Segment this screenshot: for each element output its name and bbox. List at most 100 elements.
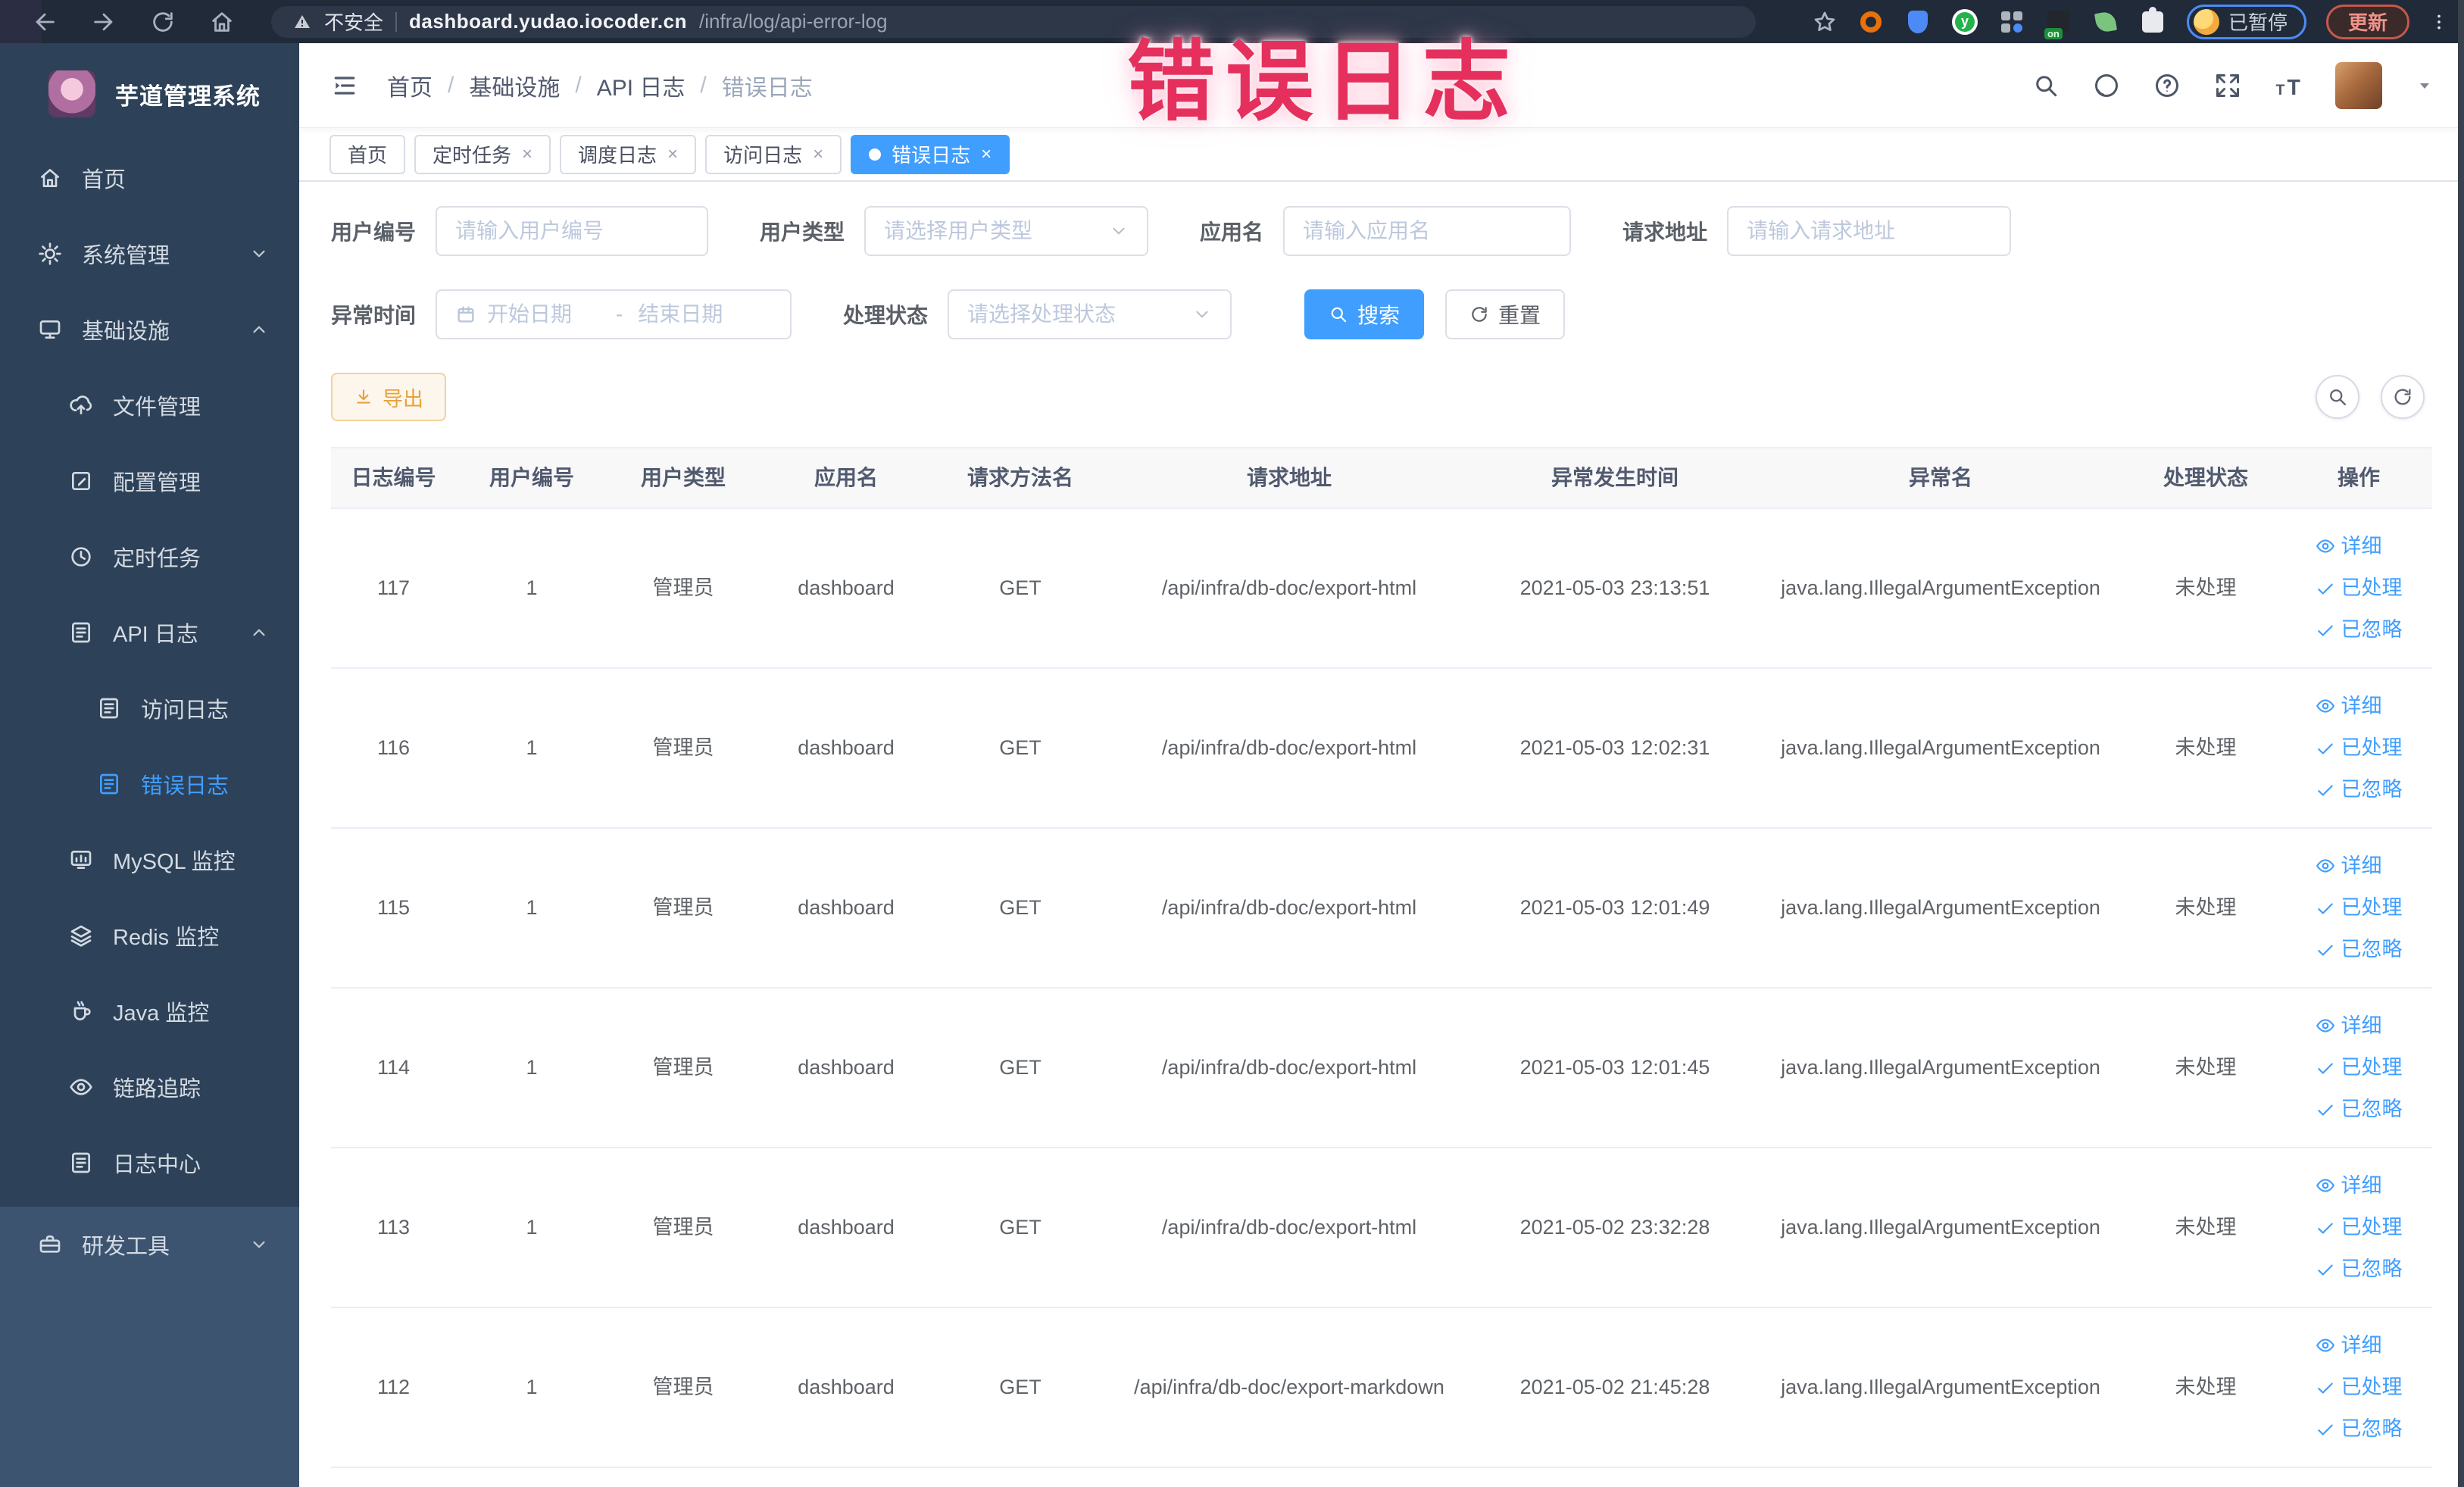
action-label: 已忽略 xyxy=(2341,1417,2403,1441)
browser-home-icon[interactable] xyxy=(209,9,235,35)
font-size-icon[interactable]: TT xyxy=(2275,72,2302,99)
sidebar-item-redis-monitor[interactable]: Redis 监控 xyxy=(0,898,299,973)
browser-scrollbar[interactable] xyxy=(2458,0,2464,1487)
request-url-input[interactable] xyxy=(1727,206,2012,256)
sidebar-item-system-management[interactable]: 系统管理 xyxy=(0,216,299,292)
security-warning-icon[interactable] xyxy=(292,13,312,31)
ext-grid-dots-icon[interactable] xyxy=(1997,8,2026,36)
ignored-link[interactable]: 已忽略 xyxy=(2316,617,2403,643)
ignored-link[interactable]: 已忽略 xyxy=(2316,776,2403,803)
toggle-search-button[interactable] xyxy=(2316,375,2359,419)
refresh-table-button[interactable] xyxy=(2381,375,2425,419)
ext-shield-icon[interactable] xyxy=(1903,8,1932,36)
ignored-link[interactable]: 已忽略 xyxy=(2316,936,2403,963)
sidebar-item-dev-tools[interactable]: 研发工具 xyxy=(0,1207,299,1282)
detail-link[interactable]: 详细 xyxy=(2316,1013,2382,1039)
process-status-cell: 未处理 xyxy=(2175,1215,2237,1239)
help-icon[interactable] xyxy=(2153,72,2181,99)
tab-home[interactable]: 首页 xyxy=(329,134,406,174)
sidebar-item-home[interactable]: 首页 xyxy=(0,140,299,216)
sidebar-item-config-management[interactable]: 配置管理 xyxy=(0,443,299,519)
end-date-input[interactable] xyxy=(638,302,752,326)
breadcrumb-item[interactable]: API 日志 xyxy=(597,69,685,102)
export-button[interactable]: 导出 xyxy=(331,373,446,421)
fullscreen-icon[interactable] xyxy=(2214,72,2241,99)
detail-link[interactable]: 详细 xyxy=(2316,1173,2382,1199)
app-logo-row[interactable]: 芋道管理系统 xyxy=(0,43,299,140)
search-button[interactable]: 搜索 xyxy=(1304,289,1425,339)
browser-update-button[interactable]: 更新 xyxy=(2325,4,2409,39)
user-id-input[interactable] xyxy=(436,206,709,256)
exception-time-daterange[interactable]: - xyxy=(436,289,792,339)
table-row: 113 1 管理员 dashboard GET/api/infra/db-doc/exp… xyxy=(331,1148,2432,1308)
sidebar-item-java-monitor[interactable]: Java 监控 xyxy=(0,973,299,1049)
sidebar-item-file-management[interactable]: 文件管理 xyxy=(0,367,299,443)
ignored-link[interactable]: 已忽略 xyxy=(2316,1416,2403,1442)
tab-scheduled-tasks[interactable]: 定时任务 × xyxy=(414,134,551,174)
detail-link[interactable]: 详细 xyxy=(2316,533,2382,560)
process-status-select[interactable] xyxy=(948,289,1232,339)
sidebar-item-trace[interactable]: 链路追踪 xyxy=(0,1049,299,1125)
breadcrumb-item[interactable]: 首页 xyxy=(387,69,433,102)
sidebar-item-access-log[interactable]: 访问日志 xyxy=(0,670,299,746)
tab-access-log[interactable]: 访问日志 × xyxy=(705,134,842,174)
browser-back-icon[interactable] xyxy=(32,9,58,35)
sidebar-item-log-center[interactable]: 日志中心 xyxy=(0,1125,299,1201)
header-search-icon[interactable] xyxy=(2032,72,2060,99)
tab-schedule-log[interactable]: 调度日志 × xyxy=(560,134,697,174)
bookmark-star-icon[interactable] xyxy=(1813,10,1837,34)
user-avatar[interactable] xyxy=(2335,61,2382,109)
detail-link[interactable]: 详细 xyxy=(2316,1332,2382,1359)
ignored-link[interactable]: 已忽略 xyxy=(2316,1256,2403,1282)
ext-circle-letter-icon[interactable]: y xyxy=(1950,8,1979,36)
url-domain[interactable]: dashboard.yudao.iocoder.cn xyxy=(409,10,687,33)
tab-close-icon[interactable]: × xyxy=(522,144,532,165)
process-status-select-value[interactable] xyxy=(967,302,1182,326)
sidebar-item-infrastructure[interactable]: 基础设施 xyxy=(0,292,299,367)
browser-profile-chip[interactable]: 已暂停 xyxy=(2186,4,2306,39)
processed-link[interactable]: 已处理 xyxy=(2316,1374,2403,1401)
sidebar-item-scheduled-tasks[interactable]: 定时任务 xyxy=(0,519,299,595)
exception-time-cell: 2021-05-02 21:45:28 xyxy=(1519,1375,1710,1398)
tab-close-icon[interactable]: × xyxy=(667,144,678,165)
ext-puzzle-icon[interactable] xyxy=(2138,6,2167,36)
app-name-input[interactable] xyxy=(1283,206,1572,256)
browser-menu-icon[interactable] xyxy=(2429,9,2449,35)
url-path[interactable]: /infra/log/api-error-log xyxy=(699,10,888,33)
github-icon[interactable] xyxy=(2093,72,2120,99)
ext-switch-icon[interactable]: on xyxy=(2044,8,2073,39)
browser-reload-icon[interactable] xyxy=(150,9,176,35)
user-type-cell: 管理员 xyxy=(652,895,714,919)
user-id-input-field[interactable] xyxy=(455,219,689,243)
user-menu-caret-icon[interactable] xyxy=(2416,77,2434,95)
tab-close-icon[interactable]: × xyxy=(981,144,992,165)
reset-button[interactable]: 重置 xyxy=(1445,289,1566,339)
ignored-link[interactable]: 已忽略 xyxy=(2316,1096,2403,1123)
tab-error-log[interactable]: 错误日志 × xyxy=(851,134,1010,174)
log-id-cell: 117 xyxy=(376,576,411,599)
user-type-select-value[interactable] xyxy=(884,219,1099,243)
processed-link[interactable]: 已处理 xyxy=(2316,735,2403,761)
ext-leaf-icon[interactable] xyxy=(2091,8,2120,36)
sidebar-item-label: 文件管理 xyxy=(113,395,201,420)
sidebar-item-error-log[interactable]: 错误日志 xyxy=(0,746,299,822)
request-url-input-field[interactable] xyxy=(1747,219,1992,243)
app-name-input-field[interactable] xyxy=(1303,219,1552,243)
browser-forward-icon[interactable] xyxy=(91,9,117,35)
detail-link[interactable]: 详细 xyxy=(2316,693,2382,720)
security-label[interactable]: 不安全 xyxy=(324,8,383,36)
sidebar-item-mysql-monitor[interactable]: MySQL 监控 xyxy=(0,822,299,898)
detail-link[interactable]: 详细 xyxy=(2316,853,2382,879)
tab-close-icon[interactable]: × xyxy=(813,144,823,165)
processed-link[interactable]: 已处理 xyxy=(2316,1214,2403,1241)
sidebar-item-api-log[interactable]: API 日志 xyxy=(0,595,299,670)
address-bar[interactable]: 不安全 dashboard.yudao.iocoder.cn/infra/log… xyxy=(271,5,1756,38)
ext-ring-icon[interactable] xyxy=(1857,8,1885,36)
start-date-input[interactable] xyxy=(487,302,601,326)
sidebar-toggle-icon[interactable] xyxy=(329,70,360,101)
processed-link[interactable]: 已处理 xyxy=(2316,895,2403,921)
processed-link[interactable]: 已处理 xyxy=(2316,1054,2403,1081)
user-type-select[interactable] xyxy=(864,206,1149,256)
processed-link[interactable]: 已处理 xyxy=(2316,575,2403,601)
breadcrumb-item[interactable]: 基础设施 xyxy=(469,69,560,102)
